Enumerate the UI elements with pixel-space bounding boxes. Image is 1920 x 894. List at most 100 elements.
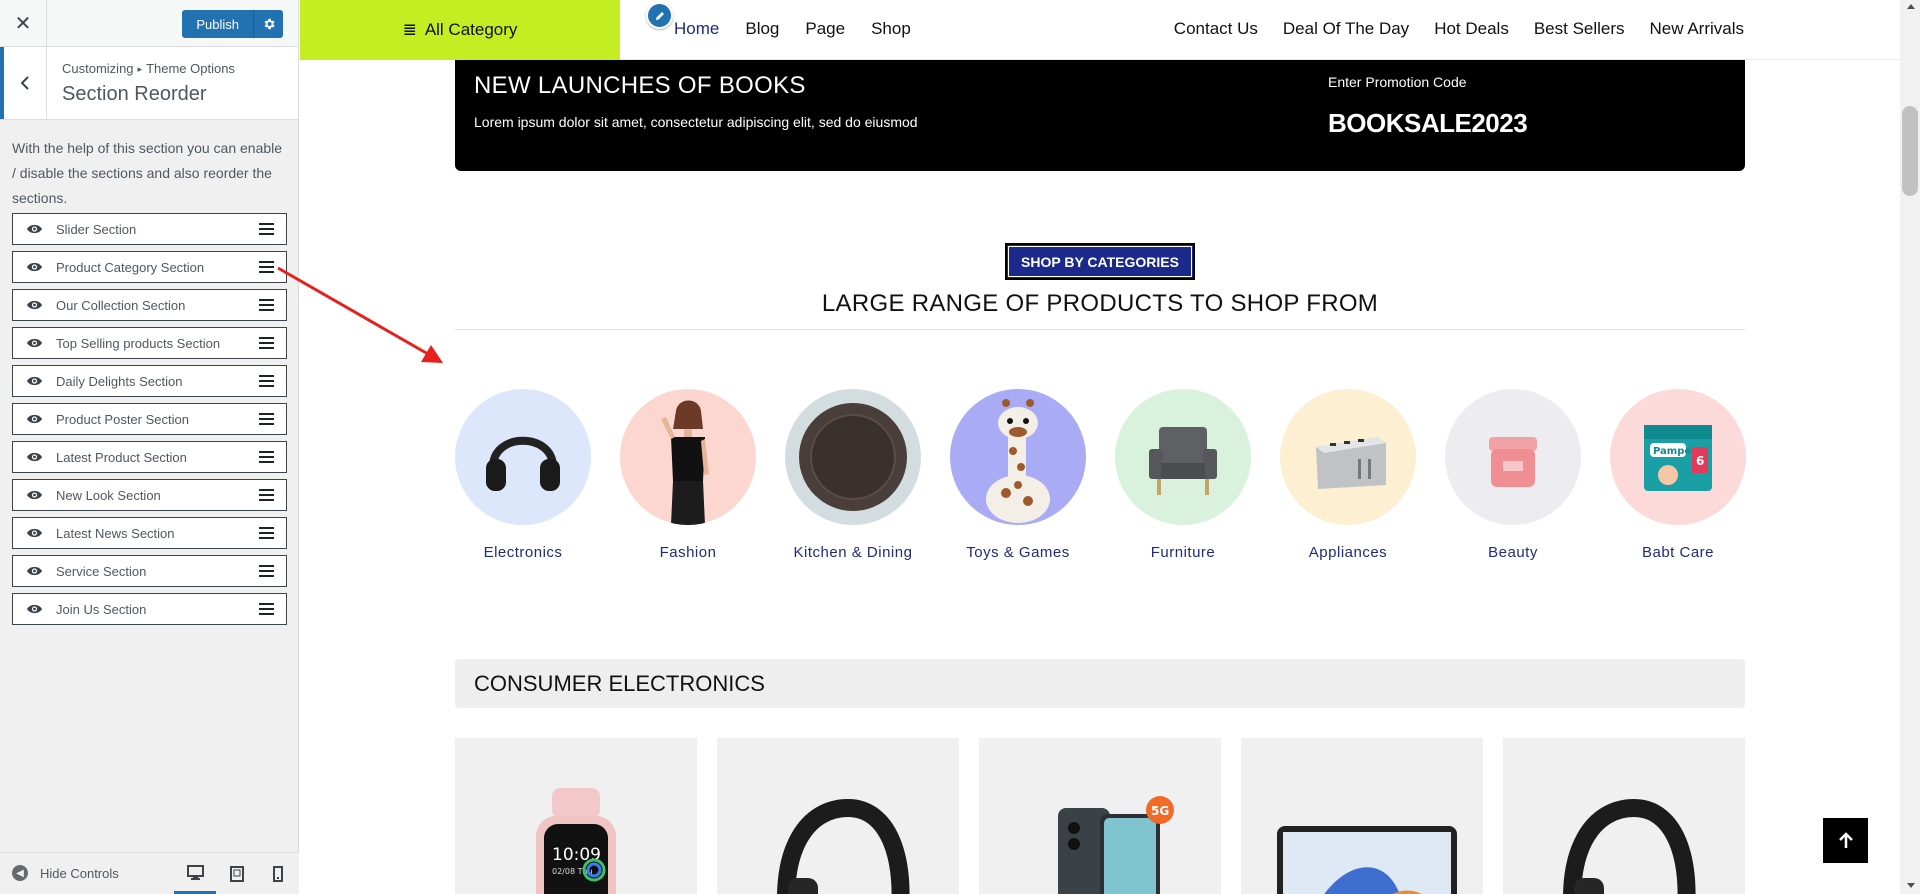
eye-icon[interactable] [26,603,43,615]
nav-new-arrivals[interactable]: New Arrivals [1650,19,1744,39]
nav-best-sellers[interactable]: Best Sellers [1534,19,1625,39]
plate-icon[interactable] [785,389,921,525]
category-item[interactable]: Appliances [1280,389,1416,561]
nav-home[interactable]: Home [674,19,719,39]
product-card[interactable] [1241,738,1483,894]
scroll-down-icon[interactable] [1907,883,1915,888]
eye-icon[interactable] [26,261,43,273]
category-label[interactable]: Appliances [1280,544,1416,561]
eye-icon[interactable] [26,337,43,349]
category-label[interactable]: Beauty [1445,544,1581,561]
publish-settings-button[interactable] [253,10,283,38]
all-category-button[interactable]: ≣ All Category [300,0,620,60]
nav-hot-deals[interactable]: Hot Deals [1434,19,1509,39]
eye-icon[interactable] [26,413,43,425]
publish-group: Publish [182,10,283,38]
category-item[interactable]: Electronics [455,389,591,561]
promo-banner: NEW LAUNCHES OF BOOKS Lorem ipsum dolor … [455,60,1745,171]
toaster-icon[interactable] [1280,389,1416,525]
mobile-preview-button[interactable] [257,853,299,894]
cosmetic-jar-icon[interactable] [1445,389,1581,525]
section-item[interactable]: Product Category Section [12,251,287,283]
breadcrumb: Customizing ▸ Theme Options [62,61,235,76]
back-button[interactable] [0,47,47,119]
eye-icon[interactable] [26,299,43,311]
drag-handle-icon[interactable] [259,298,274,312]
category-label[interactable]: Fashion [620,544,756,561]
giraffe-toy-icon[interactable] [950,389,1086,525]
category-item[interactable]: Fashion [620,389,756,561]
drag-handle-icon[interactable] [259,336,274,350]
product-card[interactable] [717,738,959,894]
category-item[interactable]: Pampers 6 Babt Care [1610,389,1746,561]
headphones-icon[interactable] [455,389,591,525]
category-label[interactable]: Electronics [455,544,591,561]
secondary-nav: Contact Us Deal Of The Day Hot Deals Bes… [1174,19,1744,39]
eye-icon[interactable] [26,527,43,539]
drag-handle-icon[interactable] [259,222,274,236]
nav-deal-of-the-day[interactable]: Deal Of The Day [1283,19,1409,39]
product-card[interactable] [1503,738,1745,894]
publish-button[interactable]: Publish [182,10,253,38]
drag-handle-icon[interactable] [259,488,274,502]
chevron-left-icon [20,76,29,90]
armchair-icon[interactable] [1115,389,1251,525]
drag-handle-icon[interactable] [259,412,274,426]
section-item[interactable]: Slider Section [12,213,287,245]
eye-icon[interactable] [26,223,43,235]
smartphone-icon: 5G [979,788,1221,894]
hide-controls-button[interactable]: ◀ Hide Controls [12,865,119,881]
close-customizer-button[interactable]: ✕ [0,0,47,47]
section-item[interactable]: Service Section [12,555,287,587]
drag-handle-icon[interactable] [259,602,274,616]
nav-shop[interactable]: Shop [871,19,911,39]
eye-icon[interactable] [26,375,43,387]
category-item[interactable]: Kitchen & Dining [785,389,921,561]
promo-text: Lorem ipsum dolor sit amet, consectetur … [474,114,918,130]
section-item[interactable]: New Look Section [12,479,287,511]
customizer-header: ✕ Publish [0,0,298,47]
nav-blog[interactable]: Blog [745,19,779,39]
product-card[interactable]: 10:09 02/08 Thu [455,738,697,894]
nav-page[interactable]: Page [805,19,845,39]
section-item[interactable]: Our Collection Section [12,289,287,321]
drag-handle-icon[interactable] [259,450,274,464]
section-item[interactable]: Latest News Section [12,517,287,549]
eye-icon[interactable] [26,451,43,463]
category-item[interactable]: Beauty [1445,389,1581,561]
category-label[interactable]: Kitchen & Dining [785,544,921,561]
product-card[interactable]: 5G [979,738,1221,894]
drag-handle-icon[interactable] [259,374,274,388]
back-to-top-button[interactable] [1823,818,1868,863]
section-item[interactable]: Top Selling products Section [12,327,287,359]
eye-icon[interactable] [26,565,43,577]
breadcrumb-arrow-icon: ▸ [137,64,143,74]
category-label[interactable]: Furniture [1115,544,1251,561]
diaper-pack-icon[interactable]: Pampers 6 [1610,389,1746,525]
tablet-preview-button[interactable] [216,853,258,894]
drag-handle-icon[interactable] [259,260,274,274]
section-header: Customizing ▸ Theme Options Section Reorde… [0,47,298,120]
category-label[interactable]: Toys & Games [950,544,1086,561]
nav-contact-us[interactable]: Contact Us [1174,19,1258,39]
preview-scrollbar[interactable] [1900,0,1920,894]
category-item[interactable]: Furniture [1115,389,1251,561]
scroll-up-icon[interactable] [1907,4,1915,9]
drag-handle-icon[interactable] [259,564,274,578]
section-item-label: Latest Product Section [56,449,187,465]
scroll-thumb[interactable] [1902,106,1918,196]
fashion-model-icon[interactable] [620,389,756,525]
desktop-preview-button[interactable] [174,853,216,894]
category-item[interactable]: Toys & Games [950,389,1086,561]
edit-shortcut-button[interactable] [646,2,673,29]
section-item[interactable]: Latest Product Section [12,441,287,473]
eye-icon[interactable] [26,489,43,501]
drag-handle-icon[interactable] [259,526,274,540]
gear-icon [264,18,275,30]
category-label[interactable]: Babt Care [1610,544,1746,561]
desktop-icon [186,864,204,880]
menu-icon: ≣ [402,20,417,39]
section-item[interactable]: Product Poster Section [12,403,287,435]
section-item[interactable]: Join Us Section [12,593,287,625]
section-item[interactable]: Daily Delights Section [12,365,287,397]
